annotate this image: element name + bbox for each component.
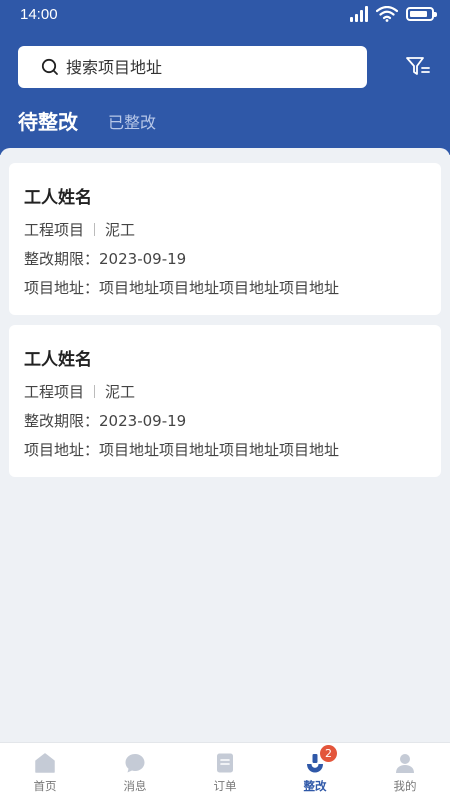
deadline-label: 整改期限： <box>24 412 100 430</box>
tabbar-label-home: 首页 <box>33 779 57 793</box>
divider <box>94 223 96 236</box>
project-line: 工程项目 泥工 <box>24 219 426 240</box>
wifi-icon <box>376 6 398 22</box>
tabbar-label-rectify: 整改 <box>303 779 327 793</box>
deadline-value: 2023-09-19 <box>99 412 187 430</box>
deadline-label: 整改期限： <box>24 250 100 268</box>
bottom-tab-bar: 首页 消息 订单 2 整改 我的 <box>0 742 450 800</box>
project-line: 工程项目 泥工 <box>24 381 426 402</box>
project-label: 工程项目 <box>24 383 85 401</box>
status-tabs: 待整改 已整改 <box>18 106 156 135</box>
worker-name: 工人姓名 <box>24 350 92 370</box>
rectification-card[interactable]: 工人姓名 工程项目 泥工 整改期限：2023-09-19 项目地址：项目地址项目地… <box>9 163 441 315</box>
tab-completed[interactable]: 已整改 <box>108 109 156 135</box>
status-time: 14:00 <box>20 6 58 23</box>
address-line: 项目地址：项目地址项目地址项目地址项目地址 <box>24 277 426 298</box>
tabbar-item-home[interactable]: 首页 <box>0 743 90 800</box>
divider <box>94 385 96 398</box>
search-box[interactable] <box>18 46 367 88</box>
rectification-card[interactable]: 工人姓名 工程项目 泥工 整改期限：2023-09-19 项目地址：项目地址项目地… <box>9 325 441 477</box>
tabbar-label-messages: 消息 <box>123 779 147 793</box>
status-bar: 14:00 <box>0 0 450 32</box>
order-icon <box>217 753 233 773</box>
profile-icon <box>396 754 414 773</box>
address-label: 项目地址： <box>24 279 100 297</box>
trade: 泥工 <box>105 221 136 239</box>
address-label: 项目地址： <box>24 441 100 459</box>
tabbar-item-profile[interactable]: 我的 <box>360 743 450 800</box>
trade: 泥工 <box>105 383 136 401</box>
battery-icon <box>406 7 437 21</box>
message-icon <box>125 754 145 773</box>
deadline-line: 整改期限：2023-09-19 <box>24 248 426 269</box>
tabbar-item-rectify[interactable]: 2 整改 <box>270 743 360 800</box>
header: 14:00 待整改 已整改 <box>0 0 450 155</box>
search-input[interactable] <box>66 57 346 77</box>
content-area: 工人姓名 工程项目 泥工 整改期限：2023-09-19 项目地址：项目地址项目地… <box>0 148 450 742</box>
notification-badge: 2 <box>320 745 337 762</box>
tab-pending[interactable]: 待整改 <box>18 106 78 135</box>
signal-icon <box>350 6 368 22</box>
tabbar-label-profile: 我的 <box>393 779 417 793</box>
worker-name: 工人姓名 <box>24 188 92 208</box>
tabbar-item-orders[interactable]: 订单 <box>180 743 270 800</box>
address-value: 项目地址项目地址项目地址项目地址 <box>99 441 340 459</box>
filter-icon <box>406 57 430 75</box>
address-line: 项目地址：项目地址项目地址项目地址项目地址 <box>24 439 426 460</box>
deadline-line: 整改期限：2023-09-19 <box>24 410 426 431</box>
address-value: 项目地址项目地址项目地址项目地址 <box>99 279 340 297</box>
filter-button[interactable] <box>404 54 432 80</box>
project-label: 工程项目 <box>24 221 85 239</box>
status-icons <box>350 6 437 22</box>
tabbar-label-orders: 订单 <box>213 779 237 793</box>
tabbar-item-messages[interactable]: 消息 <box>90 743 180 800</box>
home-icon <box>35 753 55 773</box>
search-icon <box>41 58 58 75</box>
deadline-value: 2023-09-19 <box>99 250 187 268</box>
